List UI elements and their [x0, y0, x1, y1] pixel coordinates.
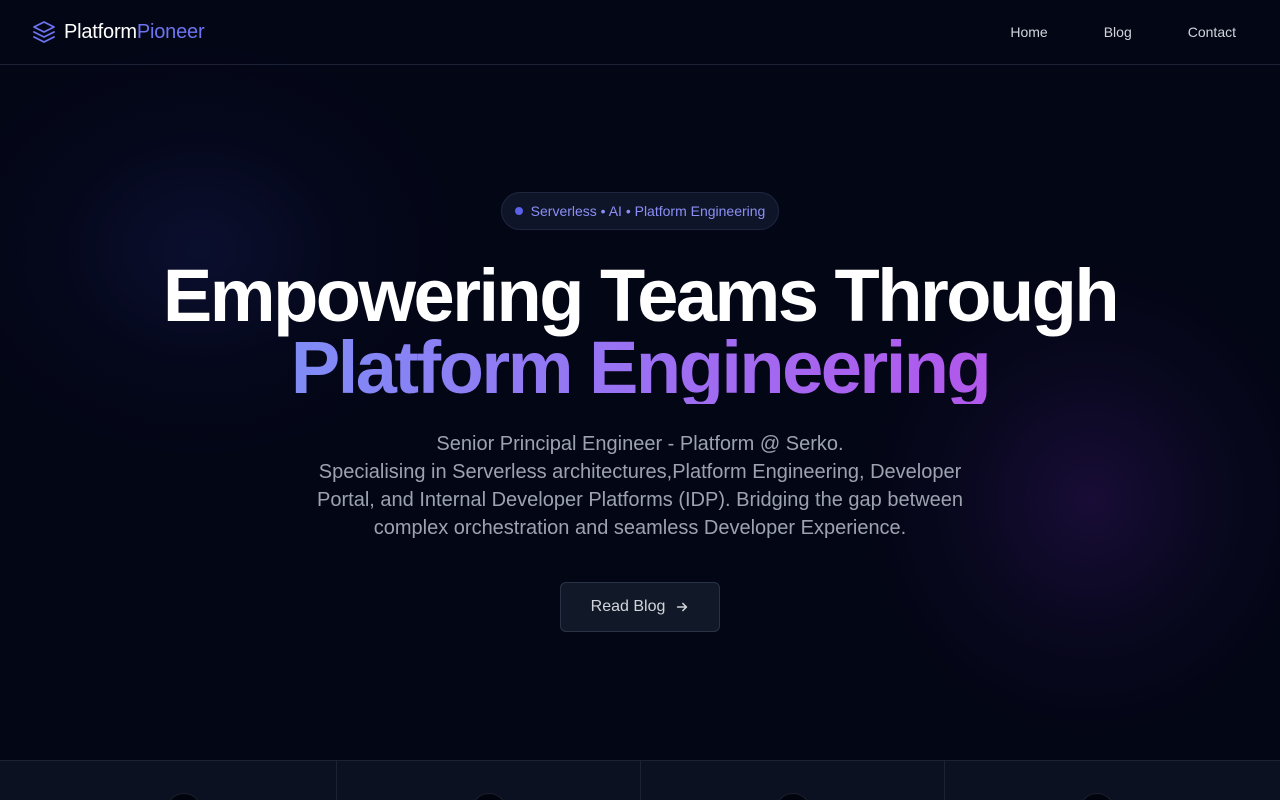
brand-name: PlatformPioneer — [64, 20, 205, 44]
nav-link-home[interactable]: Home — [1010, 24, 1047, 40]
badge-dot-icon — [514, 207, 523, 215]
brand-logo[interactable]: PlatformPioneer — [32, 20, 205, 44]
feature-icon-1 — [166, 793, 202, 800]
topics-badge-text: Serverless • AI • Platform Engineering — [530, 203, 766, 219]
hero-title-line1: Empowering Teams Through — [162, 254, 1120, 337]
feature-card-1 — [0, 761, 337, 800]
hero-subtitle: Senior Principal Engineer - Platform @ S… — [310, 430, 970, 542]
hero-title-line2: Platform Engineering — [290, 326, 992, 409]
feature-card-4 — [945, 761, 1280, 800]
read-blog-button-label: Read Blog — [590, 598, 666, 615]
feature-icon-2 — [471, 793, 507, 800]
arrow-right-icon — [677, 602, 688, 612]
layers-icon — [33, 21, 55, 43]
feature-card-2 — [337, 761, 641, 800]
hero-section: Serverless • AI • Platform Engineering E… — [0, 65, 1280, 760]
hero-title: Empowering Teams Through Platform Engine… — [0, 254, 1280, 409]
main-nav: Home Blog Contact — [1010, 24, 1236, 40]
hero-subtitle-description: Specialising in Serverless architectures… — [317, 461, 963, 539]
brand-name-part2: Pioneer — [136, 20, 205, 43]
topics-badge: Serverless • AI • Platform Engineering — [501, 192, 779, 230]
page: PlatformPioneer Home Blog Contact Server… — [0, 0, 1280, 800]
features-strip — [0, 760, 1280, 800]
site-header: PlatformPioneer Home Blog Contact — [0, 0, 1280, 65]
feature-icon-4 — [1079, 793, 1115, 800]
feature-icon-3 — [775, 793, 811, 800]
nav-link-contact[interactable]: Contact — [1188, 24, 1236, 40]
nav-link-blog[interactable]: Blog — [1104, 24, 1132, 40]
brand-name-part1: Platform — [64, 20, 137, 43]
read-blog-button[interactable]: Read Blog — [560, 582, 720, 632]
hero-subtitle-role: Senior Principal Engineer - Platform @ S… — [436, 433, 844, 455]
feature-card-3 — [641, 761, 945, 800]
